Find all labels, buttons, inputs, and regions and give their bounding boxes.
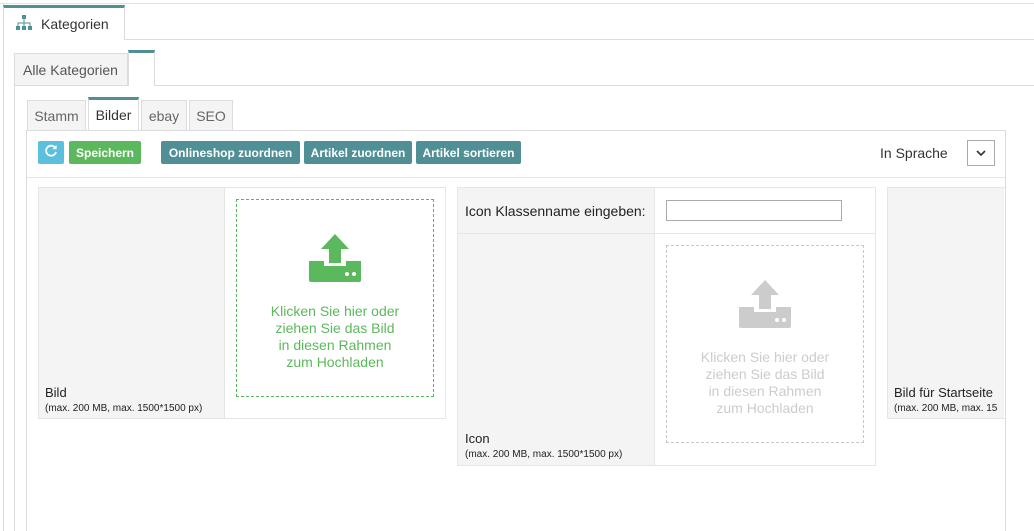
tab-current-category[interactable] bbox=[128, 50, 155, 86]
bild-upload-text-2: ziehen Sie das Bild bbox=[275, 320, 395, 336]
language-label: In Sprache bbox=[880, 145, 948, 161]
tab-ebay-label: ebay bbox=[148, 107, 180, 124]
icon-upload-dropzone[interactable]: Klicken Sie hier oder ziehen Sie das Bil… bbox=[666, 245, 864, 443]
tab-bilder[interactable]: Bilder bbox=[88, 97, 139, 130]
icon-label: Icon bbox=[465, 431, 490, 446]
startseite-label-area bbox=[888, 188, 1004, 418]
bild-upload-text-1: Klicken Sie hier oder bbox=[270, 303, 400, 319]
tab-seo-label: SEO bbox=[196, 107, 226, 124]
tab-kategorien[interactable]: Kategorien bbox=[3, 5, 125, 40]
language-select[interactable] bbox=[967, 140, 995, 166]
icon-upload-text-3: in diesen Rahmen bbox=[708, 383, 822, 399]
icon-row-divider bbox=[458, 233, 875, 234]
top-border bbox=[0, 3, 1034, 4]
bild-label-area bbox=[39, 188, 224, 418]
bild-label: Bild bbox=[45, 385, 67, 400]
icon-classname-input[interactable] bbox=[666, 200, 842, 221]
onlineshop-zuordnen-button[interactable]: Onlineshop zuordnen bbox=[161, 141, 300, 164]
toolbar-divider bbox=[27, 177, 1034, 178]
icon-upload-text-2: ziehen Sie das Bild bbox=[705, 366, 825, 382]
icon-upload-text-1: Klicken Sie hier oder bbox=[700, 349, 830, 365]
tab-ebay[interactable]: ebay bbox=[141, 100, 187, 130]
upload-icon bbox=[308, 232, 362, 287]
icon-upload-text-4: zum Hochladen bbox=[716, 400, 814, 416]
bild-upload-text-3: in diesen Rahmen bbox=[278, 337, 392, 353]
artikel-sortieren-button[interactable]: Artikel sortieren bbox=[416, 141, 521, 164]
tab-alle-kategorien[interactable]: Alle Kategorien bbox=[14, 53, 128, 86]
icon-divider bbox=[654, 188, 655, 465]
bild-upload-text-4: zum Hochladen bbox=[286, 354, 384, 370]
refresh-icon bbox=[44, 144, 58, 162]
tab-kategorien-label: Kategorien bbox=[41, 16, 109, 32]
refresh-button[interactable] bbox=[38, 141, 64, 164]
chevron-down-icon bbox=[976, 144, 986, 162]
artikel-zuordnen-button[interactable]: Artikel zuordnen bbox=[304, 141, 412, 164]
tab-alle-kategorien-label: Alle Kategorien bbox=[23, 62, 118, 78]
bild-upload-dropzone[interactable]: Klicken Sie hier oder ziehen Sie das Bil… bbox=[236, 199, 434, 397]
tab-stamm-label: Stamm bbox=[34, 107, 79, 124]
tab-seo[interactable]: SEO bbox=[189, 100, 233, 130]
icon-classname-label: Icon Klassenname eingeben: bbox=[465, 203, 646, 219]
right-scroll-edge bbox=[1005, 130, 1034, 531]
bild-divider bbox=[224, 188, 225, 418]
icon-label-area bbox=[458, 188, 654, 465]
upload-icon bbox=[738, 278, 792, 333]
tab-stamm[interactable]: Stamm bbox=[27, 100, 86, 130]
icon-hint: (max. 200 MB, max. 1500*1500 px) bbox=[465, 449, 623, 460]
startseite-label: Bild für Startseite bbox=[894, 385, 993, 400]
tab-bilder-label: Bilder bbox=[95, 107, 132, 123]
bild-hint: (max. 200 MB, max. 1500*1500 px) bbox=[45, 403, 203, 414]
save-button[interactable]: Speichern bbox=[69, 141, 141, 164]
sitemap-icon bbox=[15, 14, 33, 34]
startseite-hint: (max. 200 MB, max. 15 bbox=[894, 403, 998, 414]
